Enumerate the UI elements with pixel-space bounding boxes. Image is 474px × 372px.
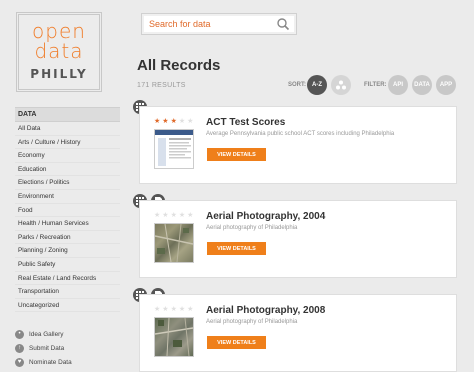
filter-app-button[interactable]: APP <box>436 75 456 95</box>
view-details-button[interactable]: VIEW DETAILS <box>207 242 266 255</box>
search-icon[interactable] <box>276 17 290 31</box>
sort-az-button[interactable]: A-Z <box>307 75 327 95</box>
star-rating[interactable]: ★ ★ ★ ★ ★ <box>154 212 193 219</box>
star-icon[interactable]: ★ <box>154 212 160 219</box>
nominate-data-label: Nominate Data <box>29 358 72 366</box>
aerial-photo-image <box>154 223 194 263</box>
record-card-aerial-2008[interactable]: ★ ★ ★ ★ ★ Aerial Photography, 2008 Aeria… <box>139 294 457 372</box>
sort-popularity-button[interactable] <box>331 75 351 95</box>
logo-line-philly: PHILLY <box>30 67 88 81</box>
star-icon[interactable]: ★ <box>187 306 193 313</box>
star-icon[interactable]: ★ <box>154 118 160 125</box>
sidebar-heading: DATA <box>15 107 120 122</box>
filter-data-button[interactable]: DATA <box>412 75 432 95</box>
star-icon[interactable]: ★ <box>179 118 185 125</box>
sidebar-item-elections[interactable]: Elections / Politics <box>15 176 120 190</box>
nominate-data-link[interactable]: ♥ Nominate Data <box>15 355 72 369</box>
sidebar-item-education[interactable]: Education <box>15 163 120 177</box>
sidebar-extras: • Idea Gallery ↑ Submit Data ♥ Nominate Dat… <box>15 327 72 369</box>
page-title: All Records <box>137 57 221 74</box>
record-card-act-test-scores[interactable]: ★ ★ ★ ★ ★ ACT Test Scores Average Pennsy… <box>139 106 457 184</box>
record-title[interactable]: Aerial Photography, 2004 <box>206 211 325 222</box>
record-description: Aerial photography of Philadelphia <box>206 225 298 231</box>
logo-line-data: data <box>34 39 84 63</box>
document-thumbnail-image <box>155 130 193 166</box>
sidebar-item-real-estate[interactable]: Real Estate / Land Records <box>15 272 120 286</box>
star-icon[interactable]: ★ <box>171 118 177 125</box>
sort-label: SORT: <box>288 82 306 88</box>
idea-gallery-link[interactable]: • Idea Gallery <box>15 327 72 341</box>
open-data-philly-logo[interactable]: open data PHILLY <box>16 12 102 92</box>
upload-icon: ↑ <box>15 343 24 353</box>
filter-label: FILTER: <box>364 82 387 88</box>
sidebar-item-food[interactable]: Food <box>15 204 120 218</box>
view-details-button[interactable]: VIEW DETAILS <box>207 148 266 161</box>
star-rating[interactable]: ★ ★ ★ ★ ★ <box>154 118 193 125</box>
star-icon[interactable]: ★ <box>187 212 193 219</box>
idea-gallery-label: Idea Gallery <box>29 330 64 338</box>
star-icon[interactable]: ★ <box>187 118 193 125</box>
star-icon[interactable]: ★ <box>162 306 168 313</box>
record-thumbnail[interactable] <box>154 129 194 169</box>
submit-data-link[interactable]: ↑ Submit Data <box>15 341 72 355</box>
lightbulb-icon: • <box>15 329 24 339</box>
star-icon[interactable]: ★ <box>171 306 177 313</box>
star-rating[interactable]: ★ ★ ★ ★ ★ <box>154 306 193 313</box>
category-sidebar: DATA All Data Arts / Culture / History E… <box>15 107 120 313</box>
heart-icon: ♥ <box>15 357 24 367</box>
search-input[interactable] <box>142 14 270 34</box>
record-thumbnail[interactable] <box>154 317 194 357</box>
record-card-aerial-2004[interactable]: ★ ★ ★ ★ ★ Aerial Photography, 2004 Aeria… <box>139 200 457 278</box>
record-title[interactable]: ACT Test Scores <box>206 117 285 128</box>
star-icon[interactable]: ★ <box>171 212 177 219</box>
star-icon[interactable]: ★ <box>162 118 168 125</box>
sidebar-item-parks[interactable]: Parks / Recreation <box>15 231 120 245</box>
submit-data-label: Submit Data <box>29 344 65 352</box>
sidebar-item-environment[interactable]: Environment <box>15 190 120 204</box>
sidebar-item-public-safety[interactable]: Public Safety <box>15 258 120 272</box>
sidebar-item-planning[interactable]: Planning / Zoning <box>15 244 120 258</box>
popularity-icon <box>336 80 346 90</box>
sidebar-item-economy[interactable]: Economy <box>15 149 120 163</box>
sidebar-item-transportation[interactable]: Transportation <box>15 285 120 299</box>
record-description: Average Pennsylvania public school ACT s… <box>206 131 395 137</box>
star-icon[interactable]: ★ <box>154 306 160 313</box>
record-description: Aerial photography of Philadelphia <box>206 319 298 325</box>
sidebar-item-arts[interactable]: Arts / Culture / History <box>15 136 120 150</box>
record-thumbnail[interactable] <box>154 223 194 263</box>
search-box <box>141 13 297 35</box>
star-icon[interactable]: ★ <box>179 212 185 219</box>
sidebar-item-health[interactable]: Health / Human Services <box>15 217 120 231</box>
sidebar-item-uncategorized[interactable]: Uncategorized <box>15 299 120 313</box>
view-details-button[interactable]: VIEW DETAILS <box>207 336 266 349</box>
record-title[interactable]: Aerial Photography, 2008 <box>206 305 325 316</box>
star-icon[interactable]: ★ <box>179 306 185 313</box>
aerial-photo-image <box>154 317 194 357</box>
sidebar-item-all-data[interactable]: All Data <box>15 122 120 136</box>
filter-api-button[interactable]: API <box>388 75 408 95</box>
results-count: 171 RESULTS <box>137 82 186 89</box>
star-icon[interactable]: ★ <box>162 212 168 219</box>
